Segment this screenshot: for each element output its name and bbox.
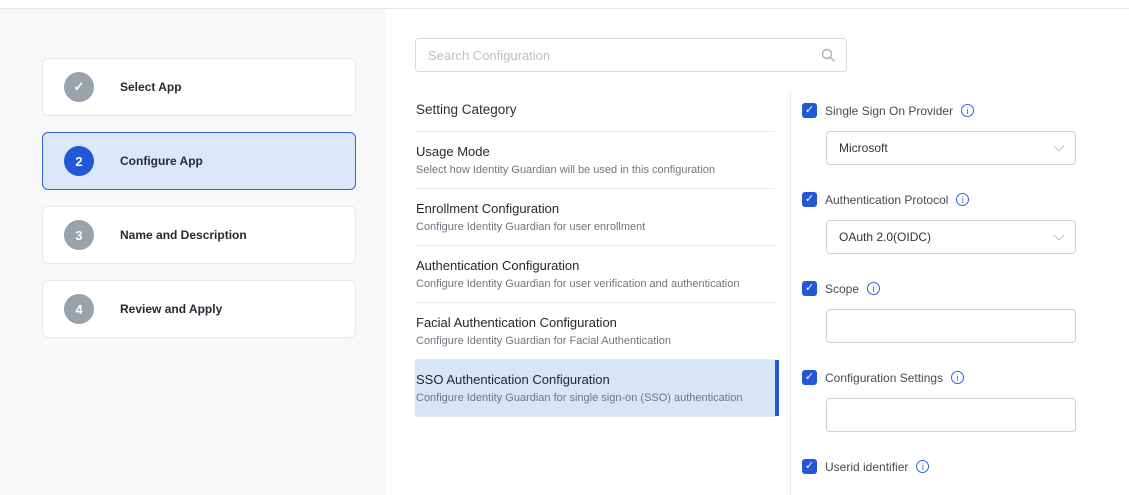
- step-marker-icon: 2: [75, 154, 82, 169]
- stepper-step[interactable]: ✓ Select App: [42, 58, 356, 116]
- step-label: Select App: [120, 80, 182, 94]
- info-glyph: i: [962, 195, 964, 205]
- info-icon[interactable]: i: [961, 104, 974, 117]
- field-checkbox[interactable]: ✓: [802, 103, 817, 118]
- info-glyph: i: [873, 284, 875, 294]
- field-checkbox[interactable]: ✓: [802, 459, 817, 474]
- text-input[interactable]: [826, 398, 1076, 432]
- form-field-group: ✓ Scope i: [802, 281, 1129, 343]
- category-list-items: Usage Mode Select how Identity Guardian …: [415, 132, 775, 417]
- category-title: Usage Mode: [416, 144, 765, 159]
- configuration-content: Setting Category Usage Mode Select how I…: [385, 9, 1129, 495]
- category-subtitle: Select how Identity Guardian will be use…: [416, 164, 765, 176]
- field-label: Scope: [825, 282, 859, 296]
- text-input[interactable]: [826, 309, 1076, 343]
- info-icon[interactable]: i: [867, 282, 880, 295]
- chevron-down-icon: [1053, 229, 1064, 240]
- step-marker-icon: ✓: [74, 79, 85, 95]
- step-label: Configure App: [120, 154, 203, 168]
- field-checkbox[interactable]: ✓: [802, 192, 817, 207]
- stepper-step[interactable]: 3 Name and Description: [42, 206, 356, 264]
- form-field-group: ✓ Authentication Protocol i OAuth 2.0(OI…: [802, 192, 1129, 254]
- stepper-step[interactable]: 2 Configure App: [42, 132, 356, 190]
- info-icon[interactable]: i: [956, 193, 969, 206]
- field-label-row: ✓ Userid identifier i: [802, 459, 1129, 474]
- category-list-item[interactable]: Usage Mode Select how Identity Guardian …: [415, 132, 775, 189]
- form-field-group: ✓ Userid identifier i: [802, 459, 1129, 474]
- field-label: Single Sign On Provider: [825, 104, 953, 118]
- category-list: Setting Category Usage Mode Select how I…: [415, 92, 775, 495]
- info-icon[interactable]: i: [951, 371, 964, 384]
- step-number-badge: ✓: [64, 72, 94, 102]
- step-marker-icon: 4: [75, 302, 82, 317]
- category-list-item[interactable]: Enrollment Configuration Configure Ident…: [415, 189, 775, 246]
- category-list-item[interactable]: Facial Authentication Configuration Conf…: [415, 303, 775, 360]
- search-box: [415, 38, 847, 72]
- check-icon: ✓: [805, 461, 814, 472]
- step-number-badge: 3: [64, 220, 94, 250]
- category-title: Enrollment Configuration: [416, 201, 765, 216]
- check-icon: ✓: [805, 105, 814, 116]
- check-icon: ✓: [805, 372, 814, 383]
- category-title: Authentication Configuration: [416, 258, 765, 273]
- category-subtitle: Configure Identity Guardian for Facial A…: [416, 335, 765, 347]
- top-divider-bar: [0, 0, 1129, 9]
- category-title: SSO Authentication Configuration: [416, 372, 765, 387]
- field-label: Authentication Protocol: [825, 193, 948, 207]
- step-number-badge: 2: [64, 146, 94, 176]
- field-label-row: ✓ Single Sign On Provider i: [802, 103, 1129, 118]
- category-list-item[interactable]: Authentication Configuration Configure I…: [415, 246, 775, 303]
- info-glyph: i: [957, 373, 959, 383]
- category-subtitle: Configure Identity Guardian for single s…: [416, 392, 765, 404]
- app-window: ✓ Select App 2 Configure App 3 Name and …: [0, 0, 1129, 495]
- stepper-step[interactable]: 4 Review and Apply: [42, 280, 356, 338]
- form-field-group: ✓ Configuration Settings i: [802, 370, 1129, 432]
- category-subtitle: Configure Identity Guardian for user enr…: [416, 221, 765, 233]
- category-list-item[interactable]: SSO Authentication Configuration Configu…: [415, 360, 775, 417]
- search-icon: [821, 48, 835, 62]
- category-subtitle: Configure Identity Guardian for user ver…: [416, 278, 765, 290]
- config-form: ✓ Single Sign On Provider i Microsoft ✓ …: [790, 92, 1129, 495]
- info-glyph: i: [967, 106, 969, 116]
- search-input[interactable]: [415, 38, 847, 72]
- select-value: Microsoft: [839, 141, 888, 155]
- main-layout: ✓ Select App 2 Configure App 3 Name and …: [0, 9, 1129, 495]
- field-label: Configuration Settings: [825, 371, 943, 385]
- chevron-down-icon: [1053, 140, 1064, 151]
- category-title: Facial Authentication Configuration: [416, 315, 765, 330]
- select-value: OAuth 2.0(OIDC): [839, 230, 931, 244]
- step-label: Name and Description: [120, 228, 247, 242]
- step-label: Review and Apply: [120, 302, 222, 316]
- step-marker-icon: 3: [75, 228, 82, 243]
- field-checkbox[interactable]: ✓: [802, 370, 817, 385]
- info-glyph: i: [922, 462, 924, 472]
- info-icon[interactable]: i: [916, 460, 929, 473]
- field-label-row: ✓ Authentication Protocol i: [802, 192, 1129, 207]
- check-icon: ✓: [805, 194, 814, 205]
- select-control[interactable]: Microsoft: [826, 131, 1076, 165]
- step-number-badge: 4: [64, 294, 94, 324]
- select-control[interactable]: OAuth 2.0(OIDC): [826, 220, 1076, 254]
- form-field-group: ✓ Single Sign On Provider i Microsoft: [802, 103, 1129, 165]
- field-label-row: ✓ Configuration Settings i: [802, 370, 1129, 385]
- wizard-stepper: ✓ Select App 2 Configure App 3 Name and …: [0, 9, 385, 495]
- field-label: Userid identifier: [825, 460, 908, 474]
- category-list-header: Setting Category: [415, 92, 775, 132]
- field-label-row: ✓ Scope i: [802, 281, 1129, 296]
- body-row: Setting Category Usage Mode Select how I…: [415, 92, 1129, 495]
- check-icon: ✓: [805, 283, 814, 294]
- field-checkbox[interactable]: ✓: [802, 281, 817, 296]
